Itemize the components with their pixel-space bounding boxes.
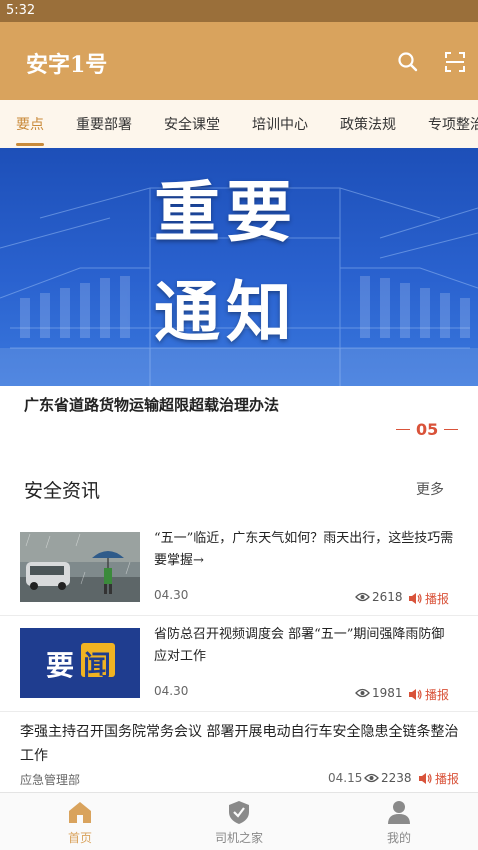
banner-caption[interactable]: 广东省道路货物运输超限超载治理办法 xyxy=(24,394,279,415)
nav-driver-home-label: 司机之家 xyxy=(214,831,263,845)
divider xyxy=(0,711,478,712)
tab-政策法规[interactable]: 政策法规 xyxy=(340,114,396,134)
thumb-char-left: 要 xyxy=(46,649,75,682)
view-count: 1981 xyxy=(355,686,403,700)
bottom-navigation: 首页 司机之家 我的 xyxy=(0,792,478,850)
news-date: 04.30 xyxy=(154,684,189,698)
news-source: 应急管理部 xyxy=(20,773,81,787)
app-title: 安字1号 xyxy=(26,52,108,78)
divider xyxy=(0,615,478,616)
more-link[interactable]: 更多 xyxy=(416,479,444,499)
news-item[interactable]: 要 闻 省防总召开视频调度会 部署“五一”期间强降雨防御应对工作 04.30 1… xyxy=(0,620,478,710)
banner-carousel[interactable]: 重要 通知 xyxy=(0,148,478,386)
eye-icon xyxy=(355,592,370,602)
active-tab-indicator xyxy=(16,143,44,146)
news-title: 省防总召开视频调度会 部署“五一”期间强降雨防御应对工作 xyxy=(154,627,445,664)
category-tabs: 要点 重要部署 安全课堂 培训中心 政策法规 专项整治 xyxy=(0,100,478,148)
app-bar: 安字1号 xyxy=(0,22,478,100)
news-date: 04.30 xyxy=(154,588,189,602)
view-count: 2238 xyxy=(364,771,412,785)
carousel-page-indicator: 05 xyxy=(390,420,464,439)
play-label: 播报 xyxy=(425,688,450,702)
speaker-icon xyxy=(409,593,422,604)
thumb-char-right: 闻 xyxy=(83,649,112,682)
play-audio-button[interactable]: 播报 xyxy=(408,686,449,703)
status-bar: 5:32 xyxy=(0,0,478,22)
eye-icon xyxy=(364,773,379,783)
tab-要点[interactable]: 要点 xyxy=(16,114,44,134)
news-item[interactable]: “五一”临近，广东天气如何？雨天出行，这些技巧需要掌握→ 04.30 2618 … xyxy=(0,524,478,614)
nav-driver-home[interactable]: 司机之家 xyxy=(194,799,284,846)
tab-重要部署[interactable]: 重要部署 xyxy=(76,114,132,134)
play-label: 播报 xyxy=(425,592,450,606)
shield-check-icon xyxy=(229,801,249,824)
nav-mine[interactable]: 我的 xyxy=(354,799,444,846)
view-count-value: 2238 xyxy=(381,771,412,785)
play-label: 播报 xyxy=(435,772,460,786)
nav-home[interactable]: 首页 xyxy=(35,799,125,846)
view-count: 2618 xyxy=(355,590,403,604)
view-count-value: 2618 xyxy=(372,590,403,604)
nav-home-label: 首页 xyxy=(67,831,92,845)
speaker-icon xyxy=(409,689,422,700)
home-icon xyxy=(69,802,91,823)
news-date: 04.15 xyxy=(328,771,363,785)
user-icon xyxy=(388,801,410,824)
page-number: 05 xyxy=(416,420,439,439)
search-icon[interactable] xyxy=(396,50,420,74)
speaker-icon xyxy=(419,773,432,784)
tab-专项整治[interactable]: 专项整治 xyxy=(428,114,478,134)
banner-heading-line2: 通知 xyxy=(154,274,298,351)
important-news-thumbnail: 要 闻 xyxy=(20,628,140,698)
tab-安全课堂[interactable]: 安全课堂 xyxy=(164,114,220,134)
nav-mine-label: 我的 xyxy=(386,831,411,845)
eye-icon xyxy=(355,688,370,698)
tab-培训中心[interactable]: 培训中心 xyxy=(252,114,308,134)
view-count-value: 1981 xyxy=(372,686,403,700)
news-title: “五一”临近，广东天气如何？雨天出行，这些技巧需要掌握→ xyxy=(154,531,454,568)
play-audio-button[interactable]: 播报 xyxy=(408,590,449,607)
news-item[interactable]: 李强主持召开国务院常务会议 部署开展电动自行车安全隐患全链条整治工作 应急管理部… xyxy=(0,716,478,792)
banner-heading-line1: 重要 xyxy=(154,174,298,251)
section-title: 安全资讯 xyxy=(24,480,101,502)
rain-street-thumbnail xyxy=(20,532,140,602)
scan-icon[interactable] xyxy=(443,50,467,74)
status-time: 5:32 xyxy=(6,3,36,18)
news-title: 李强主持召开国务院常务会议 部署开展电动自行车安全隐患全链条整治工作 xyxy=(20,724,459,764)
play-audio-button[interactable]: 播报 xyxy=(418,770,459,787)
